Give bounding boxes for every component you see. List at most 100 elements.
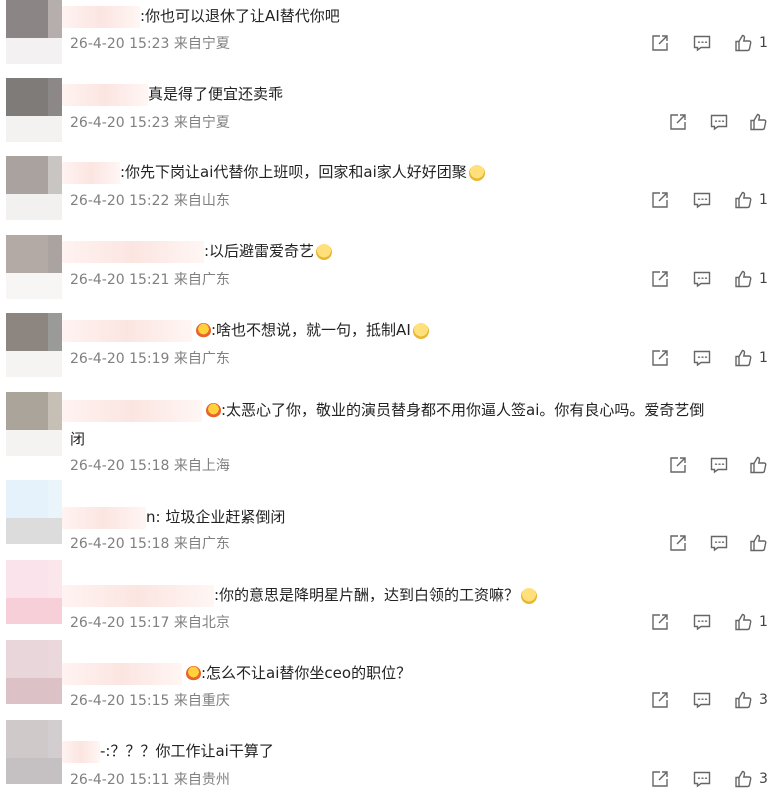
comment-icon[interactable]: [692, 190, 712, 210]
crown-badge-icon: [196, 323, 211, 338]
location: 来自广东: [173, 351, 230, 367]
share-icon[interactable]: [650, 690, 670, 710]
crown-badge-icon: [206, 403, 221, 418]
like-icon[interactable]: [733, 348, 753, 368]
comment-text-continued: 闭: [70, 430, 86, 448]
timestamp: 26-4-20 15:19: [70, 351, 170, 367]
cry-emoji-icon: [316, 243, 333, 260]
username-link[interactable]: [62, 319, 192, 342]
timestamp: 26-4-20 15:21: [70, 272, 170, 288]
comment-text: : 垃圾企业赶紧倒闭: [155, 508, 286, 526]
avatar[interactable]: [6, 0, 62, 64]
timestamp: 26-4-20 15:18: [70, 458, 170, 474]
share-icon[interactable]: [668, 455, 688, 475]
avatar[interactable]: [6, 392, 62, 456]
timestamp: 26-4-20 15:23: [70, 115, 170, 131]
avatar[interactable]: [6, 720, 62, 784]
username-link[interactable]: [62, 740, 100, 763]
share-icon[interactable]: [650, 269, 670, 289]
comment-meta: 26-4-20 15:18 来自上海: [70, 456, 230, 476]
timestamp: 26-4-20 15:17: [70, 615, 170, 631]
like-count: 1: [759, 271, 768, 287]
location: 来自宁夏: [173, 36, 230, 52]
like-icon[interactable]: [733, 612, 753, 632]
like-count: 3: [759, 692, 768, 708]
avatar[interactable]: [6, 156, 62, 220]
username-link[interactable]: [62, 506, 146, 529]
like-icon[interactable]: [733, 690, 753, 710]
avatar[interactable]: [6, 235, 62, 299]
share-icon[interactable]: [650, 348, 670, 368]
timestamp: 26-4-20 15:22: [70, 193, 170, 209]
comment-text: 真是得了便宜还卖乖: [148, 85, 284, 103]
comment-text: :怎么不让ai替你坐ceo的职位？: [201, 664, 412, 682]
comment-meta: 26-4-20 15:18 来自广东: [70, 534, 230, 554]
location: 来自宁夏: [173, 115, 230, 131]
username-link[interactable]: [62, 399, 202, 422]
comment-text-line: :啥也不想说，就一句，抵制AI: [62, 318, 764, 342]
comment-meta: 26-4-20 15:19 来自广东: [70, 349, 230, 369]
comment-icon[interactable]: [692, 33, 712, 53]
username-link[interactable]: [62, 83, 148, 106]
share-icon[interactable]: [650, 190, 670, 210]
comment-icon[interactable]: [692, 612, 712, 632]
comment-text: :以后避雷爱奇艺: [204, 242, 315, 260]
avatar[interactable]: [6, 640, 62, 704]
username-link[interactable]: [62, 161, 120, 184]
like-icon[interactable]: [733, 769, 753, 789]
username-link[interactable]: [62, 584, 214, 607]
share-icon[interactable]: [668, 533, 688, 553]
avatar[interactable]: [6, 480, 62, 544]
comment-meta: 26-4-20 15:22 来自山东: [70, 191, 230, 211]
comment-text: :太恶心了你，敬业的演员替身都不用你逼人签ai。你有良心吗。爱奇艺倒: [221, 401, 705, 419]
comment-icon[interactable]: [692, 348, 712, 368]
comment-icon[interactable]: [709, 455, 729, 475]
timestamp: 26-4-20 15:15: [70, 693, 170, 709]
location: 来自广东: [173, 536, 230, 552]
avatar[interactable]: [6, 313, 62, 377]
share-icon[interactable]: [668, 112, 688, 132]
like-icon[interactable]: [733, 190, 753, 210]
kiss-emoji-icon: [468, 164, 485, 181]
like-icon[interactable]: [748, 533, 768, 553]
smile-emoji-icon: [412, 322, 429, 339]
avatar[interactable]: [6, 560, 62, 624]
like-icon[interactable]: [748, 455, 768, 475]
avatar[interactable]: [6, 78, 62, 142]
like-count: 1: [759, 614, 768, 630]
like-icon[interactable]: [748, 112, 768, 132]
comment-text-line: :怎么不让ai替你坐ceo的职位？: [62, 661, 764, 685]
like-icon[interactable]: [733, 269, 753, 289]
comment-icon[interactable]: [692, 690, 712, 710]
comment-icon[interactable]: [692, 769, 712, 789]
share-icon[interactable]: [650, 33, 670, 53]
like-icon[interactable]: [733, 33, 753, 53]
comment-icon[interactable]: [709, 533, 729, 553]
username-suffix[interactable]: n: [146, 508, 156, 526]
comment-text: :啥也不想说，就一句，抵制AI: [211, 321, 411, 339]
username-link[interactable]: [62, 240, 204, 263]
comment-meta: 26-4-20 15:23 来自宁夏: [70, 34, 230, 54]
comment-meta: 26-4-20 15:15 来自重庆: [70, 691, 230, 711]
comment-icon[interactable]: [709, 112, 729, 132]
comment-text-line: :你的意思是降明星片酬，达到白领的工资嘛？: [62, 583, 764, 607]
share-icon[interactable]: [650, 612, 670, 632]
location: 来自贵州: [173, 772, 230, 788]
location: 来自重庆: [173, 693, 230, 709]
like-count: 3: [759, 771, 768, 787]
comment-text-line: :以后避雷爱奇艺: [62, 239, 764, 263]
crown-badge-icon: [186, 666, 201, 681]
like-count: 1: [759, 35, 768, 51]
location: 来自上海: [173, 458, 230, 474]
location: 来自山东: [173, 193, 230, 209]
comment-text: :？？？你工作让ai干算了: [105, 742, 274, 760]
comment-text-line: :你也可以退休了让AI替代你吧: [62, 4, 764, 28]
timestamp: 26-4-20 15:23: [70, 36, 170, 52]
location: 来自广东: [173, 272, 230, 288]
username-link[interactable]: [62, 662, 182, 685]
username-link[interactable]: [62, 5, 140, 28]
comment-meta: 26-4-20 15:17 来自北京: [70, 613, 230, 633]
comment-icon[interactable]: [692, 269, 712, 289]
share-icon[interactable]: [650, 769, 670, 789]
location: 来自北京: [173, 615, 230, 631]
